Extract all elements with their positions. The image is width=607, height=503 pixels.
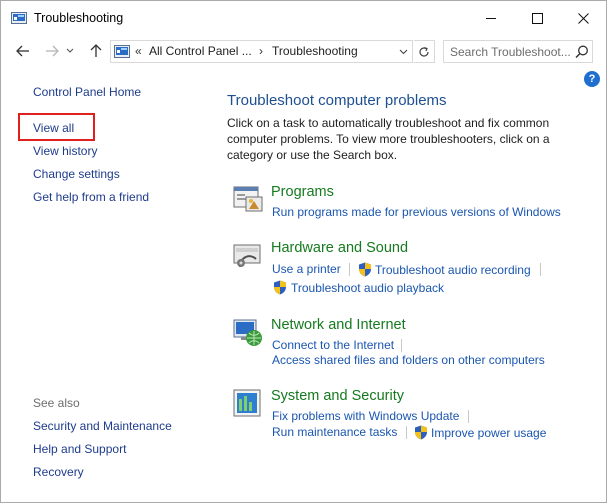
recent-locations-button[interactable] <box>63 41 77 61</box>
address-segment-troubleshooting[interactable]: Troubleshooting <box>272 44 358 58</box>
close-button[interactable] <box>560 1 606 35</box>
chevron-down-icon <box>66 48 74 53</box>
help-support-link[interactable]: Help and Support <box>33 442 126 456</box>
refresh-icon <box>419 46 429 57</box>
category-programs[interactable]: Programs <box>271 184 334 200</box>
minimize-icon <box>485 17 496 19</box>
get-help-from-friend-link[interactable]: Get help from a friend <box>33 190 149 204</box>
task-access-shared-files[interactable]: Access shared files and folders on other… <box>272 353 545 367</box>
chevron-down-icon <box>399 49 407 54</box>
category-system-security[interactable]: System and Security <box>271 388 404 404</box>
task-troubleshoot-audio-recording[interactable]: Troubleshoot audio recording <box>375 263 531 277</box>
task-separator <box>540 263 541 276</box>
task-improve-power-usage[interactable]: Improve power usage <box>431 426 546 440</box>
title-bar: Troubleshooting <box>1 1 606 35</box>
address-bar[interactable]: « All Control Panel ... › Troubleshootin… <box>110 40 413 63</box>
task-run-programs-previous-windows[interactable]: Run programs made for previous versions … <box>272 205 561 219</box>
control-panel-icon <box>114 45 130 58</box>
search-box[interactable] <box>443 40 593 63</box>
address-dropdown-button[interactable] <box>395 43 411 60</box>
address-overflow-chevron[interactable]: « <box>135 44 142 58</box>
search-icon[interactable] <box>574 44 590 60</box>
address-segment-all-control-panel[interactable]: All Control Panel ... <box>149 44 252 58</box>
arrow-left-icon <box>16 45 29 57</box>
help-icon[interactable]: ? <box>584 71 600 87</box>
task-separator <box>401 339 402 352</box>
window-title: Troubleshooting <box>34 11 124 25</box>
search-input[interactable] <box>444 41 572 62</box>
view-all-highlight <box>18 113 95 141</box>
page-description: Click on a task to automatically trouble… <box>227 116 550 162</box>
back-button[interactable] <box>13 41 33 61</box>
category-hardware-sound[interactable]: Hardware and Sound <box>271 240 408 256</box>
troubleshooting-window: Troubleshooting « All Control Panel ... … <box>0 0 607 503</box>
hardware-sound-icon[interactable] <box>232 239 264 271</box>
up-button[interactable] <box>86 41 106 61</box>
change-settings-link[interactable]: Change settings <box>33 167 120 181</box>
arrow-up-icon <box>90 44 102 57</box>
minimize-button[interactable] <box>468 1 514 35</box>
refresh-button[interactable] <box>414 40 435 63</box>
task-separator <box>468 410 469 423</box>
category-network-internet[interactable]: Network and Internet <box>271 317 406 333</box>
system-security-icon[interactable] <box>232 387 264 419</box>
recovery-link[interactable]: Recovery <box>33 465 84 479</box>
address-separator[interactable]: › <box>259 44 263 58</box>
control-panel-home-link[interactable]: Control Panel Home <box>33 85 141 99</box>
uac-shield-icon <box>274 280 286 295</box>
view-history-link[interactable]: View history <box>33 144 97 158</box>
maximize-button[interactable] <box>514 1 560 35</box>
see-also-heading: See also <box>33 396 80 410</box>
task-separator <box>349 263 350 276</box>
uac-shield-icon <box>359 262 371 277</box>
close-icon <box>577 12 589 24</box>
uac-shield-icon <box>415 425 427 440</box>
maximize-icon <box>531 12 543 24</box>
arrow-right-icon <box>46 45 59 57</box>
security-maintenance-link[interactable]: Security and Maintenance <box>33 419 172 433</box>
forward-button[interactable] <box>42 41 62 61</box>
control-panel-icon <box>11 12 27 24</box>
programs-icon[interactable] <box>232 183 264 215</box>
network-internet-icon[interactable] <box>232 316 264 348</box>
page-title: Troubleshoot computer problems <box>227 92 447 109</box>
task-connect-to-internet[interactable]: Connect to the Internet <box>272 338 394 352</box>
task-use-printer[interactable]: Use a printer <box>272 262 341 276</box>
task-run-maintenance[interactable]: Run maintenance tasks <box>272 425 397 439</box>
task-separator <box>406 426 407 439</box>
navigation-bar: « All Control Panel ... › Troubleshootin… <box>1 37 606 67</box>
task-troubleshoot-audio-playback[interactable]: Troubleshoot audio playback <box>291 281 444 295</box>
task-fix-windows-update[interactable]: Fix problems with Windows Update <box>272 409 459 423</box>
